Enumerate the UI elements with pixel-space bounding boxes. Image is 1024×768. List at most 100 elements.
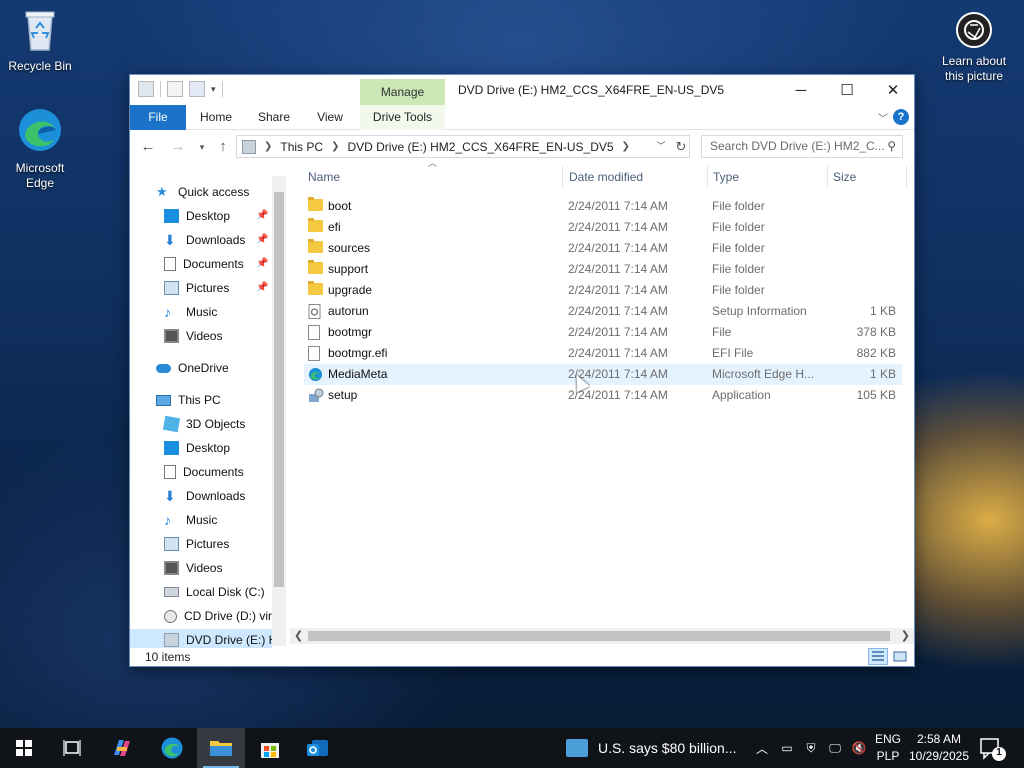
tab-share[interactable]: Share — [250, 105, 298, 130]
file-name: upgrade — [328, 283, 373, 297]
notifications-button[interactable]: 1 — [978, 736, 1008, 762]
store-icon — [261, 743, 279, 758]
task-view-button[interactable] — [48, 728, 96, 768]
nav-scrollbar[interactable] — [272, 176, 286, 646]
column-header-size[interactable]: Size — [833, 162, 856, 192]
nav-this-pc[interactable]: This PC — [156, 389, 221, 411]
defender-icon[interactable]: ⛨ — [800, 728, 822, 768]
nav-quick-access[interactable]: ★ Quick access — [156, 181, 249, 203]
large-icons-view-icon[interactable] — [890, 648, 910, 665]
learn-about-picture-icon[interactable]: Learn about this picture — [934, 12, 1014, 84]
nav-onedrive[interactable]: OneDrive — [156, 357, 229, 379]
nav-pc-downloads[interactable]: ⬇ Downloads — [164, 485, 245, 507]
meet-now-icon[interactable]: ▭ — [776, 728, 798, 768]
news-widget[interactable]: U.S. says $80 billion... — [566, 728, 737, 768]
scroll-left-icon[interactable]: ❮ — [294, 628, 303, 644]
clock[interactable]: 2:58 AM 10/29/2025 — [906, 731, 972, 765]
table-row[interactable]: bootmgr.efi 2/24/2011 7:14 AM EFI File 882 … — [304, 343, 902, 364]
column-divider[interactable] — [562, 166, 563, 188]
file-explorer-taskbar-button[interactable] — [197, 728, 245, 768]
maximize-button[interactable]: ☐ — [824, 75, 870, 105]
nav-pc-local-disk[interactable]: Local Disk (C:) — [164, 581, 265, 603]
recycle-bin-desktop-icon[interactable]: Recycle Bin — [0, 6, 80, 74]
breadcrumb-dvd-drive[interactable]: DVD Drive (E:) HM2_CCS_X64FRE_EN-US_DV5 — [347, 140, 613, 154]
properties-icon[interactable] — [167, 81, 183, 97]
folder-icon — [308, 281, 323, 295]
tab-view[interactable]: View — [310, 105, 350, 130]
refresh-icon[interactable]: ↻ — [672, 135, 690, 158]
horizontal-scrollbar[interactable]: ❮ ❯ — [290, 628, 914, 644]
tab-home[interactable]: Home — [194, 105, 238, 130]
edge-desktop-icon[interactable]: Microsoft Edge — [0, 106, 80, 191]
nav-quick-videos[interactable]: Videos — [164, 325, 222, 347]
recent-locations-icon[interactable]: ▾ — [192, 137, 212, 157]
expand-ribbon-icon[interactable]: ﹀ — [878, 110, 888, 125]
volume-muted-icon[interactable]: 🔇 — [848, 728, 870, 768]
customize-qat-icon[interactable]: ▾ — [211, 84, 216, 95]
nav-quick-music[interactable]: ♪ Music — [164, 301, 217, 323]
details-view-icon[interactable] — [868, 648, 888, 665]
tab-file[interactable]: File — [130, 105, 186, 130]
horizontal-scroll-thumb[interactable] — [308, 631, 890, 641]
network-icon[interactable]: 🖵 — [824, 728, 846, 768]
column-divider[interactable] — [707, 166, 708, 188]
nav-label: Documents — [183, 465, 244, 479]
table-row[interactable]: autorun 2/24/2011 7:14 AM Setup Informatio… — [304, 301, 902, 322]
back-arrow-icon[interactable]: ← — [138, 137, 158, 157]
nav-pc-documents[interactable]: Documents — [164, 461, 244, 483]
nav-pc-3d-objects[interactable]: 3D Objects — [162, 413, 246, 435]
nav-pc-pictures[interactable]: Pictures — [164, 533, 229, 555]
nav-quick-desktop[interactable]: Desktop — [164, 205, 230, 227]
nav-quick-pictures[interactable]: Pictures — [164, 277, 229, 299]
tab-manage[interactable]: Manage — [360, 79, 445, 106]
table-row[interactable]: bootmgr 2/24/2011 7:14 AM File 378 KB — [304, 322, 902, 343]
column-header-type[interactable]: Type — [713, 162, 739, 192]
pin-icon[interactable]: 📌 — [256, 258, 268, 269]
title-bar[interactable]: ▾ Manage DVD Drive (E:) HM2_CCS_X64FRE_E… — [130, 75, 916, 106]
close-button[interactable]: ✕ — [870, 75, 916, 105]
table-row[interactable]: boot 2/24/2011 7:14 AM File folder — [304, 196, 902, 217]
edge-taskbar-button[interactable] — [148, 728, 196, 768]
help-icon[interactable]: ? — [893, 109, 909, 125]
forward-arrow-icon[interactable]: → — [168, 137, 188, 157]
table-row[interactable]: sources 2/24/2011 7:14 AM File folder — [304, 238, 902, 259]
nav-pc-cd-drive[interactable]: CD Drive (D:) virt — [164, 605, 275, 627]
nav-quick-downloads[interactable]: ⬇ Downloads — [164, 229, 245, 251]
table-row[interactable]: MediaMeta 2/24/2011 7:14 AM Microsoft Edge… — [304, 364, 902, 385]
copilot-taskbar-button[interactable] — [98, 728, 146, 768]
table-row[interactable]: upgrade 2/24/2011 7:14 AM File folder — [304, 280, 902, 301]
column-header-name[interactable]: Name — [308, 162, 340, 192]
column-divider[interactable] — [827, 166, 828, 188]
address-field[interactable]: ❯ This PC ❯ DVD Drive (E:) HM2_CCS_X64FR… — [236, 135, 690, 158]
start-button[interactable] — [0, 728, 48, 768]
pin-icon[interactable]: 📌 — [256, 282, 268, 293]
nav-quick-documents[interactable]: Documents — [164, 253, 244, 275]
store-taskbar-button[interactable] — [246, 728, 294, 768]
new-folder-icon[interactable] — [189, 81, 205, 97]
table-row[interactable]: setup 2/24/2011 7:14 AM Application 105 KB — [304, 385, 902, 406]
nav-label: CD Drive (D:) virt — [184, 609, 276, 623]
address-dropdown-icon[interactable]: ﹀ — [653, 136, 669, 157]
language-indicator[interactable]: ENG PLP — [872, 731, 904, 765]
nav-pc-music[interactable]: ♪ Music — [164, 509, 217, 531]
breadcrumb-this-pc[interactable]: This PC — [280, 140, 323, 154]
search-input[interactable]: Search DVD Drive (E:) HM2_C... ⚲ — [701, 135, 903, 158]
table-row[interactable]: efi 2/24/2011 7:14 AM File folder — [304, 217, 902, 238]
folder-icon — [308, 260, 323, 274]
nav-scroll-thumb[interactable] — [274, 192, 284, 587]
outlook-taskbar-button[interactable] — [294, 728, 342, 768]
pin-icon[interactable]: 📌 — [256, 234, 268, 245]
navigation-pane: ★ Quick access Desktop 📌 ⬇ Downloads 📌 D… — [130, 176, 286, 648]
nav-label: 3D Objects — [186, 417, 246, 431]
minimize-button[interactable]: ─ — [778, 75, 824, 105]
column-divider[interactable] — [906, 166, 907, 188]
column-header-date[interactable]: Date modified — [569, 162, 643, 192]
scroll-right-icon[interactable]: ❯ — [901, 628, 910, 644]
show-hidden-icons-icon[interactable]: ︿ — [752, 728, 772, 768]
table-row[interactable]: support 2/24/2011 7:14 AM File folder — [304, 259, 902, 280]
nav-pc-desktop[interactable]: Desktop — [164, 437, 230, 459]
up-arrow-icon[interactable]: ↑ — [213, 137, 233, 157]
nav-pc-videos[interactable]: Videos — [164, 557, 222, 579]
pin-icon[interactable]: 📌 — [256, 210, 268, 221]
tab-drive-tools[interactable]: Drive Tools — [360, 105, 445, 130]
